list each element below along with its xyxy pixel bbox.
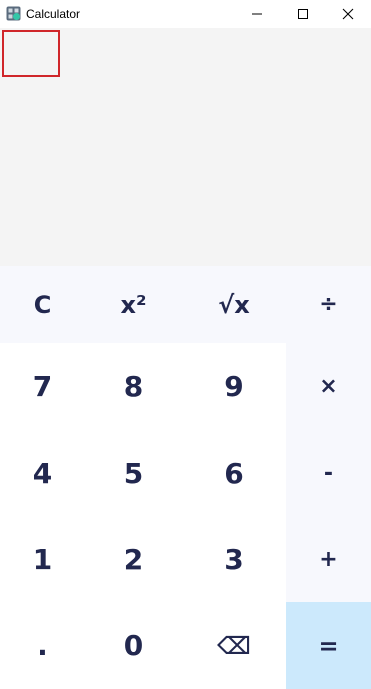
digit-9-button[interactable]: 9 — [182, 343, 286, 430]
digit-6-button[interactable]: 6 — [182, 430, 286, 516]
digit-5-button[interactable]: 5 — [85, 430, 182, 516]
maximize-button[interactable] — [280, 0, 326, 28]
digit-0-button[interactable]: 0 — [85, 602, 182, 689]
backspace-button[interactable]: ⌫ — [182, 602, 286, 689]
display-area — [0, 28, 371, 266]
calculator-app-icon — [6, 6, 21, 21]
multiply-button[interactable]: × — [286, 343, 371, 430]
title-bar: Calculator — [0, 0, 371, 28]
clear-button[interactable]: C — [0, 266, 85, 343]
close-button[interactable] — [325, 0, 371, 28]
square-root-button[interactable]: √x — [182, 266, 286, 343]
display-input[interactable] — [2, 30, 60, 77]
square-label: x² — [120, 290, 147, 319]
maximize-icon — [298, 9, 308, 19]
close-icon — [342, 8, 354, 20]
digit-3-button[interactable]: 3 — [182, 516, 286, 602]
square-button[interactable]: x² — [85, 266, 182, 343]
minimize-button[interactable] — [234, 0, 280, 28]
add-button[interactable]: + — [286, 516, 371, 602]
decimal-button[interactable]: . — [0, 602, 85, 689]
minimize-icon — [252, 13, 262, 15]
digit-8-button[interactable]: 8 — [85, 343, 182, 430]
subtract-button[interactable]: - — [286, 430, 371, 516]
digit-2-button[interactable]: 2 — [85, 516, 182, 602]
window-title: Calculator — [26, 7, 81, 21]
digit-1-button[interactable]: 1 — [0, 516, 85, 602]
divide-button[interactable]: ÷ — [286, 266, 371, 343]
backspace-icon: ⌫ — [217, 631, 251, 660]
digit-4-button[interactable]: 4 — [0, 430, 85, 516]
calculator-window: Calculator C x² √x ÷ 7 8 9 × 4 5 6 - 1 2… — [0, 0, 371, 689]
equals-button[interactable]: = — [286, 602, 371, 689]
digit-7-button[interactable]: 7 — [0, 343, 85, 430]
